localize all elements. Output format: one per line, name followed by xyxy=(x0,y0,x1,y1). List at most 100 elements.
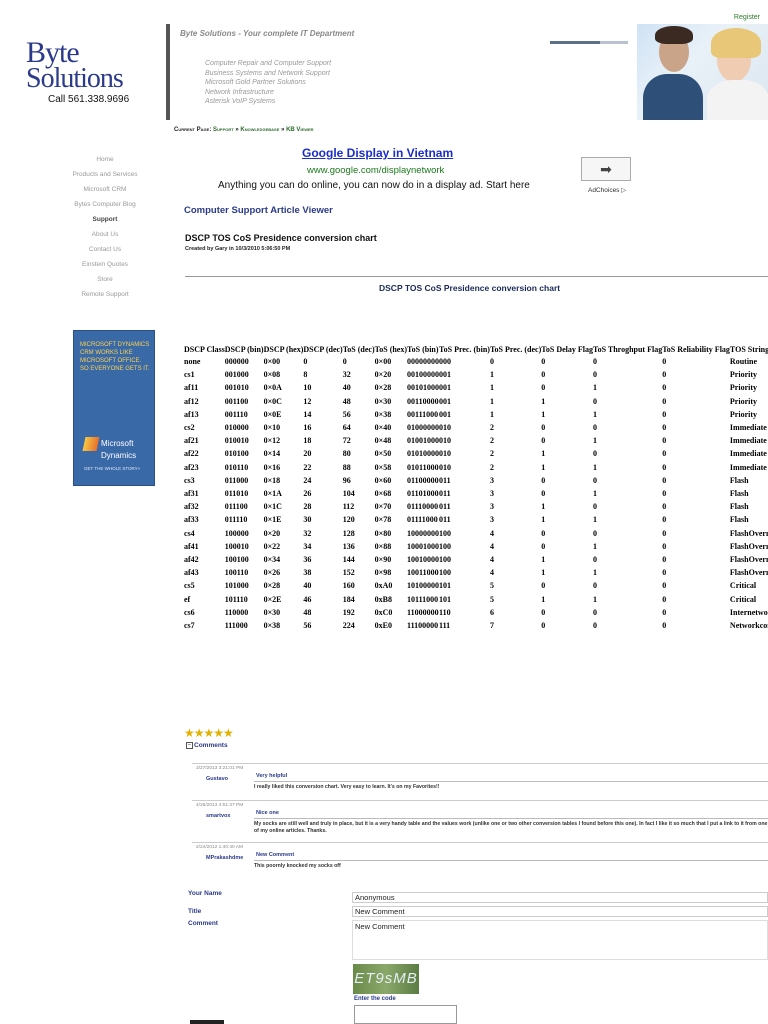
table-cell: Immediate xyxy=(729,436,767,446)
table-cell: 0×88 xyxy=(374,541,392,551)
table-row: af11 001010 0×0A 10 40 0×28 00101000 001 1 0 1 0 Pri… xyxy=(184,381,768,394)
table-body: none 000000 0×00 0 0 0×00 00000000 000 0 0 0 0 Routi… xyxy=(184,355,768,632)
table-cell: 1 xyxy=(541,409,546,419)
phone-number: Call 561.338.9696 xyxy=(48,94,130,105)
column-header: ToS Prec. (dec) xyxy=(489,345,542,354)
table-cell: 0×28 xyxy=(374,383,392,393)
comment-body: My socks are still well and truly in pla… xyxy=(254,818,768,835)
table-cell: 111000 xyxy=(224,621,248,631)
table-cell: 01100000 xyxy=(407,475,439,485)
table-cell: 0×1C xyxy=(263,502,282,512)
table-cell: af23 xyxy=(184,462,199,472)
table-cell: 3 xyxy=(489,502,494,512)
google-ad-url[interactable]: www.google.com/displaynetwork xyxy=(307,165,444,176)
nav-item-products-and-services[interactable]: Products and Services xyxy=(60,167,150,182)
byte-solutions-logo[interactable]: Byte Solutions Call 561.338.9696 xyxy=(26,38,152,106)
table-cell: Routine xyxy=(729,357,758,366)
table-cell: 100 xyxy=(439,541,452,551)
table-cell: Internetworkcontrol xyxy=(729,607,768,617)
table-cell: 00110000 xyxy=(407,396,439,406)
comment-textarea[interactable]: New Comment xyxy=(352,920,768,960)
breadcrumb-kb-viewer[interactable]: KB Viewer xyxy=(286,127,313,133)
table-cell: 56 xyxy=(303,621,312,631)
table-cell: cs2 xyxy=(184,423,195,433)
table-cell: Networkcontrol xyxy=(729,621,768,631)
table-row: af33 011110 0×1E 30 120 0×78 01111000 011 3 1 1 0 Fl… xyxy=(184,513,768,526)
table-cell: 20 xyxy=(303,449,312,459)
table-cell: 0×98 xyxy=(374,568,392,578)
table-cell: Priority xyxy=(729,409,758,419)
table-cell: Priority xyxy=(729,370,758,380)
table-cell: 0 xyxy=(662,568,667,578)
captcha-input[interactable] xyxy=(354,1005,457,1024)
table-cell: 1 xyxy=(592,383,597,393)
table-cell: 0×30 xyxy=(263,607,281,617)
table-cell: 0 xyxy=(662,607,667,617)
table-cell: 0 xyxy=(662,383,667,393)
table-cell: 0 xyxy=(541,357,546,366)
table-cell: 0 xyxy=(541,489,546,499)
table-cell: 5 xyxy=(489,594,494,604)
table-cell: 1 xyxy=(489,370,494,380)
table-cell: 10011000 xyxy=(407,568,439,578)
breadcrumb-support[interactable]: Support xyxy=(213,127,234,133)
table-cell: 112 xyxy=(342,502,355,512)
google-ad-title[interactable]: Google Display in Vietnam xyxy=(302,146,453,160)
table-cell: 00100000 xyxy=(407,370,440,380)
table-cell: 101110 xyxy=(224,594,248,604)
table-cell: 0×48 xyxy=(374,436,392,446)
microsoft-dynamics-ad[interactable]: MICROSOFT DYNAMICS CRM WORKS LIKE MICROS… xyxy=(73,330,155,486)
table-cell: ef xyxy=(184,594,191,604)
table-cell: 3 xyxy=(489,489,494,499)
nav-item-home[interactable]: Home xyxy=(60,152,150,167)
table-cell: 0 xyxy=(342,357,347,366)
table-row: af12 001100 0×0C 12 48 0×30 00110000 001 1 1 0 0 Pri… xyxy=(184,395,768,408)
table-cell: 12 xyxy=(303,396,312,406)
table-cell: 1 xyxy=(541,515,546,525)
nav-item-einstein-quotes[interactable]: Einstein Quotes xyxy=(60,257,150,272)
service-item: Network Infrastructure xyxy=(205,88,274,96)
table-cell: 01111000 xyxy=(407,515,438,525)
table-cell: 010100 xyxy=(224,449,249,459)
table-cell: 1 xyxy=(592,436,597,446)
nav-item-remote-support[interactable]: Remote Support xyxy=(60,287,150,302)
table-cell: 0 xyxy=(662,581,667,591)
comment-date: 4/26/2013 4:51:37 PM xyxy=(196,803,244,808)
comments-toggle[interactable]: − Comments xyxy=(186,742,228,749)
table-cell: 0×90 xyxy=(374,555,392,565)
nav-item-bytes-computer-blog[interactable]: Bytes Computer Blog xyxy=(60,197,150,212)
table-cell: 100 xyxy=(439,555,452,565)
table-cell: 160 xyxy=(342,581,355,591)
table-cell: 0×40 xyxy=(374,423,392,433)
table-cell: 1 xyxy=(592,568,597,578)
table-cell: 0×12 xyxy=(263,436,281,446)
table-cell: Flash xyxy=(729,515,749,525)
nav-item-store[interactable]: Store xyxy=(60,272,150,287)
comment-item: 2/24/2012 1:40:40 AM MPrakashdme New Com… xyxy=(192,842,768,877)
table-cell: 0 xyxy=(541,370,546,380)
adchoices-link[interactable]: AdChoices ▷ xyxy=(588,186,626,194)
nav-item-contact-us[interactable]: Contact Us xyxy=(60,242,150,257)
register-link[interactable]: Register xyxy=(734,14,760,21)
nav-item-support[interactable]: Support xyxy=(60,212,150,227)
table-cell: 0 xyxy=(592,357,597,366)
arrow-right-icon[interactable]: ➡ xyxy=(581,157,631,181)
rating-stars[interactable]: ★★★★★ xyxy=(184,726,234,740)
table-cell: 011 xyxy=(439,489,451,499)
table-cell: 4 xyxy=(489,568,494,578)
table-row: cs2 010000 0×10 16 64 0×40 01000000 010 2 0 0 0 Imme… xyxy=(184,421,768,434)
submit-button[interactable] xyxy=(190,1020,224,1024)
collapse-icon[interactable]: − xyxy=(186,742,193,749)
column-header: ToS (hex) xyxy=(374,345,408,354)
column-header: DSCP Class xyxy=(184,345,225,354)
nav-item-microsoft-crm[interactable]: Microsoft CRM xyxy=(60,182,150,197)
table-cell: 0 xyxy=(541,475,546,485)
table-cell: 111 xyxy=(439,621,451,631)
table-cell: 32 xyxy=(303,528,312,538)
title-input[interactable] xyxy=(352,906,768,917)
name-input[interactable] xyxy=(352,892,768,903)
table-cell: 0 xyxy=(662,515,667,525)
breadcrumb-separator: » xyxy=(281,127,285,133)
breadcrumb-knowledgebase[interactable]: Knowledgebase xyxy=(240,127,279,133)
nav-item-about-us[interactable]: About Us xyxy=(60,227,150,242)
